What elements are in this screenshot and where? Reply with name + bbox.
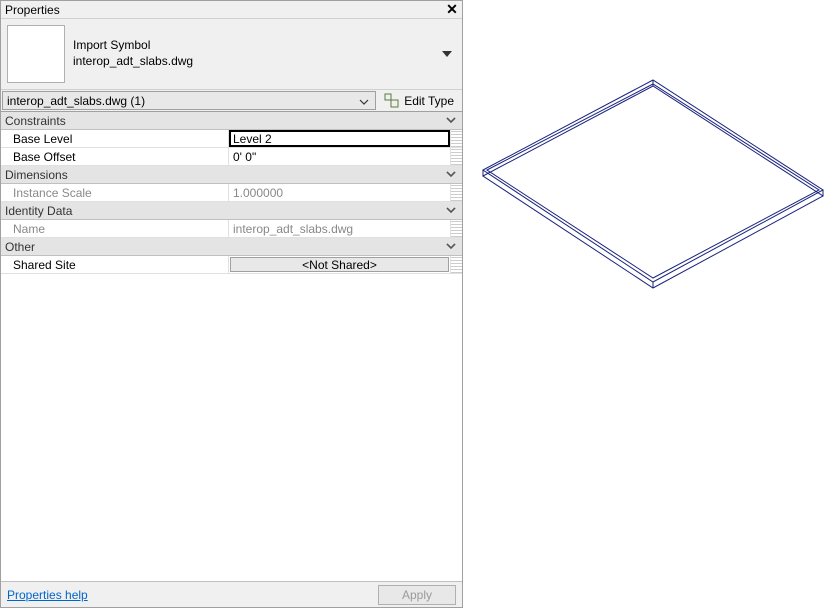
panel-title: Properties [5, 3, 444, 17]
prop-row-shared-site: Shared Site <Not Shared> [1, 256, 462, 274]
prop-row-base-level: Base Level Level 2 [1, 130, 462, 148]
row-grip [450, 130, 462, 147]
prop-row-base-offset: Base Offset 0' 0" [1, 148, 462, 166]
type-family-label: Import Symbol [73, 38, 438, 54]
group-constraints[interactable]: Constraints [1, 112, 462, 130]
group-other[interactable]: Other [1, 238, 462, 256]
properties-panel: Properties ✕ Import Symbol interop_adt_s… [0, 0, 463, 608]
type-name-label: interop_adt_slabs.dwg [73, 54, 438, 70]
group-label: Dimensions [5, 168, 444, 182]
prop-label: Base Offset [1, 148, 229, 165]
row-grip [450, 220, 462, 237]
base-level-field[interactable]: Level 2 [229, 130, 450, 147]
type-thumbnail [7, 25, 65, 83]
group-label: Other [5, 240, 444, 254]
edit-type-icon [384, 93, 400, 109]
prop-row-instance-scale: Instance Scale 1.000000 [1, 184, 462, 202]
name-field: interop_adt_slabs.dwg [229, 220, 450, 237]
row-grip [450, 256, 462, 273]
prop-label: Shared Site [1, 256, 229, 273]
prop-label: Instance Scale [1, 184, 229, 201]
panel-footer: Properties help Apply [1, 581, 462, 607]
chevron-down-icon [357, 94, 371, 108]
apply-button: Apply [378, 585, 456, 605]
group-label: Identity Data [5, 204, 444, 218]
group-identity[interactable]: Identity Data [1, 202, 462, 220]
row-grip [450, 148, 462, 165]
instance-scale-field: 1.000000 [229, 184, 450, 201]
property-grid: Constraints Base Level Level 2 Base Offs… [1, 111, 462, 581]
edit-type-button[interactable]: Edit Type [377, 91, 461, 110]
type-text: Import Symbol interop_adt_slabs.dwg [73, 38, 438, 69]
collapse-icon[interactable] [444, 205, 458, 217]
properties-help-link[interactable]: Properties help [7, 588, 370, 602]
collapse-icon[interactable] [444, 169, 458, 181]
instance-selector-row: interop_adt_slabs.dwg (1) Edit Type [1, 89, 462, 111]
base-offset-field[interactable]: 0' 0" [229, 148, 450, 165]
shared-site-cell: <Not Shared> [229, 256, 450, 273]
prop-label: Base Level [1, 130, 229, 147]
collapse-icon[interactable] [444, 241, 458, 253]
instance-selector-combo[interactable]: interop_adt_slabs.dwg (1) [2, 91, 376, 110]
row-grip [450, 184, 462, 201]
group-label: Constraints [5, 114, 444, 128]
type-selector-row[interactable]: Import Symbol interop_adt_slabs.dwg [1, 19, 462, 89]
group-dimensions[interactable]: Dimensions [1, 166, 462, 184]
prop-label: Name [1, 220, 229, 237]
close-icon[interactable]: ✕ [444, 2, 460, 18]
shared-site-button[interactable]: <Not Shared> [230, 257, 449, 272]
collapse-icon[interactable] [444, 115, 458, 127]
panel-header: Properties ✕ [1, 1, 462, 19]
prop-row-name: Name interop_adt_slabs.dwg [1, 220, 462, 238]
slab-drawing [473, 70, 833, 310]
edit-type-label: Edit Type [404, 94, 454, 108]
model-viewport[interactable] [463, 0, 834, 610]
type-dropdown-icon[interactable] [438, 51, 456, 57]
instance-selector-text: interop_adt_slabs.dwg (1) [7, 94, 357, 108]
